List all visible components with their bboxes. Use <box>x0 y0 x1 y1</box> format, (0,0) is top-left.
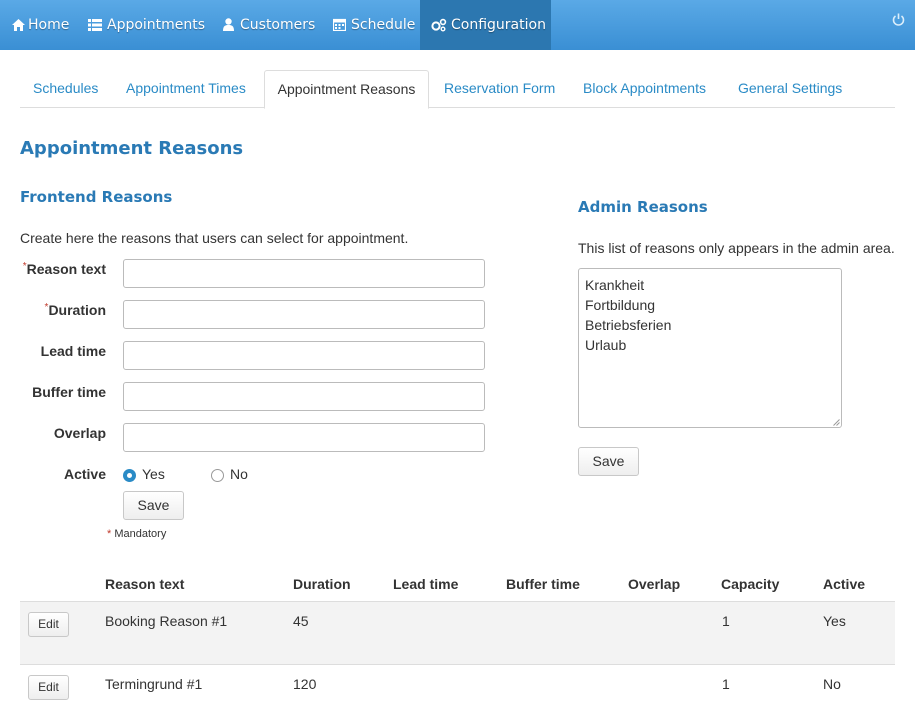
cell-duration: 45 <box>293 613 309 629</box>
admin-reason-line: Fortbildung <box>585 297 656 313</box>
admin-description: This list of reasons only appears in the… <box>578 240 895 256</box>
gears-icon <box>431 18 447 32</box>
tab-schedules[interactable]: Schedules <box>33 70 98 107</box>
cell-duration: 120 <box>293 676 317 692</box>
col-reason-text: Reason text <box>105 576 185 592</box>
lead-time-input[interactable] <box>123 341 485 370</box>
frontend-reasons-title: Frontend Reasons <box>20 188 173 206</box>
admin-reasons-textarea[interactable]: Krankheit Fortbildung Betriebsferien Url… <box>578 268 842 428</box>
duration-label-text: Duration <box>48 302 106 318</box>
resize-handle-icon[interactable] <box>833 419 840 426</box>
active-no-radio[interactable] <box>211 469 224 482</box>
overlap-label: Overlap <box>53 425 106 441</box>
admin-reason-line: Krankheit <box>585 277 645 293</box>
user-icon <box>223 18 234 31</box>
nav-appointments[interactable]: Appointments <box>76 0 211 50</box>
admin-reasons-title: Admin Reasons <box>578 198 708 216</box>
mandatory-note: * Mandatory <box>107 528 166 540</box>
page-title: Appointment Reasons <box>20 138 244 159</box>
cell-reason: Booking Reason #1 <box>105 613 228 629</box>
col-active: Active <box>823 576 866 592</box>
active-no-label: No <box>230 466 248 482</box>
edit-button[interactable]: Edit <box>28 675 69 700</box>
buffer-time-input[interactable] <box>123 382 485 411</box>
top-navbar: Home Appointments Customers Schedule Con… <box>0 0 915 50</box>
cell-active: No <box>823 676 841 692</box>
buffer-time-label: Buffer time <box>32 384 106 400</box>
nav-appointments-label: Appointments <box>107 17 206 33</box>
list-icon <box>88 19 102 31</box>
col-buffer-time: Buffer time <box>506 576 580 592</box>
nav-customers[interactable]: Customers <box>211 0 322 50</box>
active-label: Active <box>63 466 106 482</box>
admin-reason-line: Betriebsferien <box>585 317 672 333</box>
calendar-icon <box>333 18 346 31</box>
nav-home-label: Home <box>28 17 70 33</box>
frontend-save-button[interactable]: Save <box>123 491 184 520</box>
col-overlap: Overlap <box>628 576 681 592</box>
lead-time-label: Lead time <box>40 343 106 359</box>
home-icon <box>12 19 25 31</box>
tab-reservation-form[interactable]: Reservation Form <box>444 70 555 107</box>
admin-save-button[interactable]: Save <box>578 447 639 476</box>
cell-active: Yes <box>823 613 846 629</box>
nav-home[interactable]: Home <box>0 0 76 50</box>
reason-text-input[interactable] <box>123 259 485 288</box>
config-tabs: Schedules Appointment Times Appointment … <box>20 70 895 109</box>
nav-schedule-label: Schedule <box>351 17 416 33</box>
cell-capacity: 1 <box>722 676 730 692</box>
duration-input[interactable] <box>123 300 485 329</box>
nav-configuration-label: Configuration <box>451 17 546 33</box>
reason-text-label: *Reason text <box>20 261 106 277</box>
col-capacity: Capacity <box>721 576 780 592</box>
cell-reason: Termingrund #1 <box>105 676 203 692</box>
cell-capacity: 1 <box>722 613 730 629</box>
table-row: Edit Booking Reason #1 45 1 Yes <box>20 601 895 665</box>
tab-appointment-reasons[interactable]: Appointment Reasons <box>264 70 429 109</box>
duration-label: *Duration <box>20 302 106 318</box>
col-lead-time: Lead time <box>393 576 459 592</box>
tab-general-settings[interactable]: General Settings <box>738 70 842 107</box>
overlap-input[interactable] <box>123 423 485 452</box>
edit-button[interactable]: Edit <box>28 612 69 637</box>
col-duration: Duration <box>293 576 351 592</box>
nav-schedule[interactable]: Schedule <box>322 0 420 50</box>
mandatory-note-text: Mandatory <box>114 528 167 540</box>
reason-text-label-text: Reason text <box>26 261 106 277</box>
table-row: Edit Termingrund #1 120 1 No <box>20 664 895 701</box>
mandatory-asterisk: * <box>107 528 112 540</box>
tab-block-appointments[interactable]: Block Appointments <box>583 70 706 107</box>
active-yes-label: Yes <box>142 466 165 482</box>
nav-configuration[interactable]: Configuration <box>420 0 551 50</box>
admin-reason-line: Urlaub <box>585 337 627 353</box>
power-icon[interactable] <box>892 13 905 26</box>
active-yes-radio[interactable] <box>123 469 136 482</box>
nav-customers-label: Customers <box>240 17 316 33</box>
frontend-description: Create here the reasons that users can s… <box>20 230 409 246</box>
tab-appointment-times[interactable]: Appointment Times <box>126 70 246 107</box>
